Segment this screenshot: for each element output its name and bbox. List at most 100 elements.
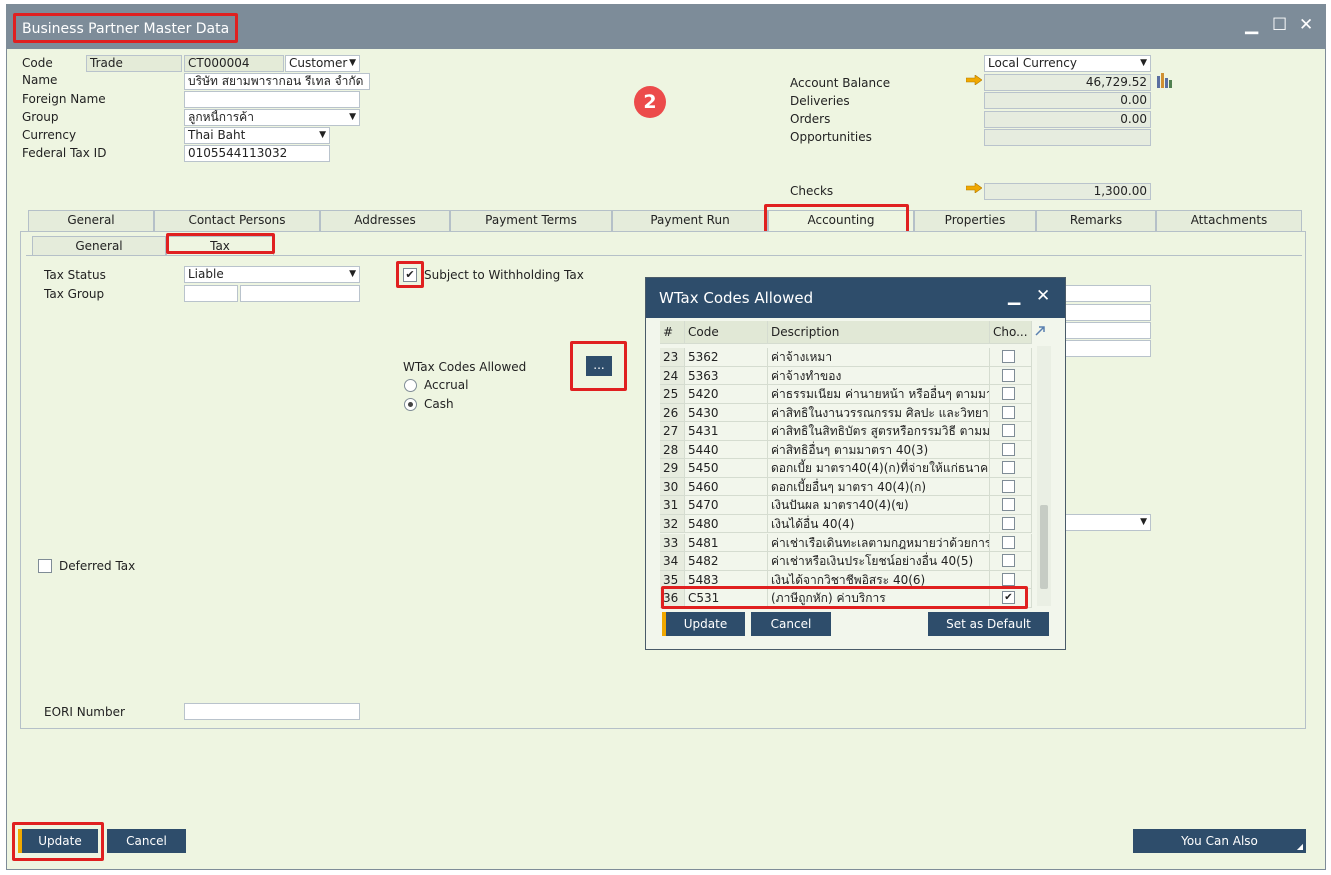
tax-group-code-field[interactable] bbox=[184, 285, 238, 302]
tab-payment-run[interactable]: Payment Run bbox=[612, 210, 768, 231]
bar-chart-icon[interactable] bbox=[1156, 72, 1174, 89]
tab-payment-terms[interactable]: Payment Terms bbox=[450, 210, 612, 231]
subtab-tax[interactable]: Tax bbox=[166, 236, 274, 256]
set-as-default-button[interactable]: Set as Default bbox=[928, 612, 1049, 636]
deliveries-label: Deliveries bbox=[790, 94, 850, 108]
wtax-row[interactable]: 35 5483 เงินได้จากวิชาชีพอิสระ 40(6) bbox=[660, 570, 1036, 590]
close-icon[interactable]: ✕ bbox=[1036, 286, 1050, 306]
chosen-checkbox[interactable] bbox=[1002, 535, 1015, 549]
tab-properties[interactable]: Properties bbox=[914, 210, 1036, 231]
chosen-checkbox[interactable] bbox=[1002, 572, 1015, 586]
accrual-radio[interactable] bbox=[404, 379, 417, 392]
dialog-cancel-button[interactable]: Cancel bbox=[751, 612, 831, 636]
background-select[interactable]: ▼ bbox=[1064, 514, 1151, 531]
foreign-name-field[interactable] bbox=[184, 91, 360, 108]
chosen-checkbox[interactable] bbox=[1002, 405, 1015, 419]
row-code: 5460 bbox=[685, 477, 768, 497]
update-button[interactable]: Update bbox=[18, 829, 98, 853]
tab-accounting[interactable]: Accounting bbox=[768, 210, 914, 231]
wtax-row[interactable]: 33 5481 ค่าเช่าเรือเดินทะเลตามกฎหมายว่าด้ว… bbox=[660, 533, 1036, 552]
wtax-row[interactable]: 29 5450 ดอกเบี้ย มาตรา40(4)(ก)ที่จ่ายให้แก… bbox=[660, 459, 1036, 478]
background-field[interactable] bbox=[1064, 340, 1151, 357]
row-chosen[interactable] bbox=[990, 570, 1032, 590]
chosen-checkbox[interactable] bbox=[1002, 442, 1015, 456]
row-chosen[interactable] bbox=[990, 533, 1032, 552]
chosen-checkbox[interactable] bbox=[1002, 424, 1015, 438]
wtax-row[interactable]: 32 5480 เงินได้อื่น 40(4) bbox=[660, 514, 1036, 534]
chosen-checkbox[interactable] bbox=[1002, 350, 1015, 363]
wtax-row[interactable]: 24 5363 ค่าจ้างทำของ bbox=[660, 366, 1036, 386]
group-select[interactable]: ลูกหนี้การค้า ▼ bbox=[184, 109, 360, 126]
row-chosen[interactable] bbox=[990, 459, 1032, 478]
row-chosen[interactable] bbox=[990, 496, 1032, 515]
wtax-codes-button[interactable]: ... bbox=[586, 356, 612, 376]
row-chosen[interactable] bbox=[990, 385, 1032, 404]
row-chosen[interactable] bbox=[990, 477, 1032, 497]
background-field[interactable] bbox=[1064, 304, 1151, 321]
row-chosen[interactable] bbox=[990, 440, 1032, 460]
federal-tax-field[interactable]: 0105544113032 bbox=[184, 145, 330, 162]
wtax-row[interactable]: 23 5362 ค่าจ้างเหมา bbox=[660, 348, 1036, 367]
tab-general[interactable]: General bbox=[28, 210, 154, 231]
code-field[interactable]: CT000004 bbox=[184, 55, 284, 72]
tab-addresses[interactable]: Addresses bbox=[320, 210, 450, 231]
row-chosen[interactable] bbox=[990, 403, 1032, 423]
chosen-checkbox[interactable] bbox=[1002, 387, 1015, 401]
chosen-checkbox[interactable] bbox=[1002, 554, 1015, 568]
row-chosen[interactable]: ✔ bbox=[990, 589, 1032, 608]
tab-remarks[interactable]: Remarks bbox=[1036, 210, 1156, 231]
background-field[interactable] bbox=[1064, 285, 1151, 302]
col-code-header[interactable]: Code bbox=[685, 321, 768, 344]
row-chosen[interactable] bbox=[990, 348, 1032, 367]
tab-attachments[interactable]: Attachments bbox=[1156, 210, 1302, 231]
row-code: 5480 bbox=[685, 514, 768, 534]
wtax-row[interactable]: 27 5431 ค่าสิทธิในสิทธิบัตร สูตรหรือกรรมวิ… bbox=[660, 422, 1036, 441]
chosen-checkbox[interactable]: ✔ bbox=[1002, 591, 1015, 605]
row-chosen[interactable] bbox=[990, 366, 1032, 386]
chosen-checkbox[interactable] bbox=[1002, 498, 1015, 512]
close-icon[interactable]: ✕ bbox=[1299, 17, 1313, 34]
col-number-header[interactable]: # bbox=[660, 321, 685, 344]
bp-type-select[interactable]: Customer ▼ bbox=[285, 55, 360, 72]
name-field[interactable]: บริษัท สยามพารากอน รีเทล จำกัด bbox=[184, 73, 370, 90]
expand-icon[interactable] bbox=[1034, 325, 1046, 337]
eori-field[interactable] bbox=[184, 703, 360, 720]
wtax-row[interactable]: 30 5460 ดอกเบี้ยอื่นๆ มาตรา 40(4)(ก) bbox=[660, 477, 1036, 497]
you-can-also-button[interactable]: You Can Also ◢ bbox=[1133, 829, 1306, 853]
tax-group-name-field[interactable] bbox=[240, 285, 360, 302]
col-description-header[interactable]: Description bbox=[768, 321, 990, 344]
chosen-checkbox[interactable] bbox=[1002, 479, 1015, 493]
link-arrow-icon[interactable] bbox=[966, 183, 982, 193]
chosen-checkbox[interactable] bbox=[1002, 368, 1015, 382]
currency-mode-select[interactable]: Local Currency ▼ bbox=[984, 55, 1151, 72]
tab-contact-persons[interactable]: Contact Persons bbox=[154, 210, 320, 231]
tax-status-select[interactable]: Liable ▼ bbox=[184, 266, 360, 283]
row-chosen[interactable] bbox=[990, 514, 1032, 534]
chosen-checkbox[interactable] bbox=[1002, 461, 1015, 475]
wtax-row[interactable]: 36 C531 (ภาษีถูกหัก) ค่าบริการ ✔ bbox=[660, 589, 1036, 608]
dialog-update-button[interactable]: Update bbox=[662, 612, 745, 636]
cash-radio[interactable] bbox=[404, 398, 417, 411]
background-field[interactable] bbox=[1064, 322, 1151, 339]
minimize-icon[interactable]: ▁ bbox=[1008, 286, 1020, 305]
maximize-icon[interactable]: ☐ bbox=[1272, 17, 1287, 34]
currency-select[interactable]: Thai Baht ▼ bbox=[184, 127, 330, 144]
subtab-general[interactable]: General bbox=[32, 236, 166, 256]
cancel-button[interactable]: Cancel bbox=[107, 829, 186, 853]
wtax-row[interactable]: 26 5430 ค่าสิทธิในงานวรรณกรรม ศิลปะ และวิท… bbox=[660, 403, 1036, 423]
wtax-row[interactable]: 28 5440 ค่าสิทธิอื่นๆ ตามมาตรา 40(3) bbox=[660, 440, 1036, 460]
row-chosen[interactable] bbox=[990, 552, 1032, 571]
code-series-select[interactable]: Trade bbox=[86, 55, 182, 72]
wtax-row[interactable]: 31 5470 เงินปันผล มาตรา40(4)(ข) bbox=[660, 496, 1036, 515]
minimize-icon[interactable]: ▁ bbox=[1245, 17, 1258, 34]
dialog-scrollbar-thumb[interactable] bbox=[1040, 505, 1048, 589]
wtax-row[interactable]: 34 5482 ค่าเช่าหรือเงินประโยชน์อย่างอื่น 4… bbox=[660, 552, 1036, 571]
col-chosen-header[interactable]: Cho... bbox=[990, 321, 1032, 344]
orders-value: 0.00 bbox=[984, 111, 1151, 128]
row-chosen[interactable] bbox=[990, 422, 1032, 441]
wtax-row[interactable]: 25 5420 ค่าธรรมเนียม ค่านายหน้า หรืออื่นๆ … bbox=[660, 385, 1036, 404]
link-arrow-icon[interactable] bbox=[966, 75, 982, 85]
withholding-checkbox[interactable]: ✔ bbox=[403, 268, 417, 282]
deferred-tax-checkbox[interactable] bbox=[38, 559, 52, 573]
chosen-checkbox[interactable] bbox=[1002, 516, 1015, 530]
